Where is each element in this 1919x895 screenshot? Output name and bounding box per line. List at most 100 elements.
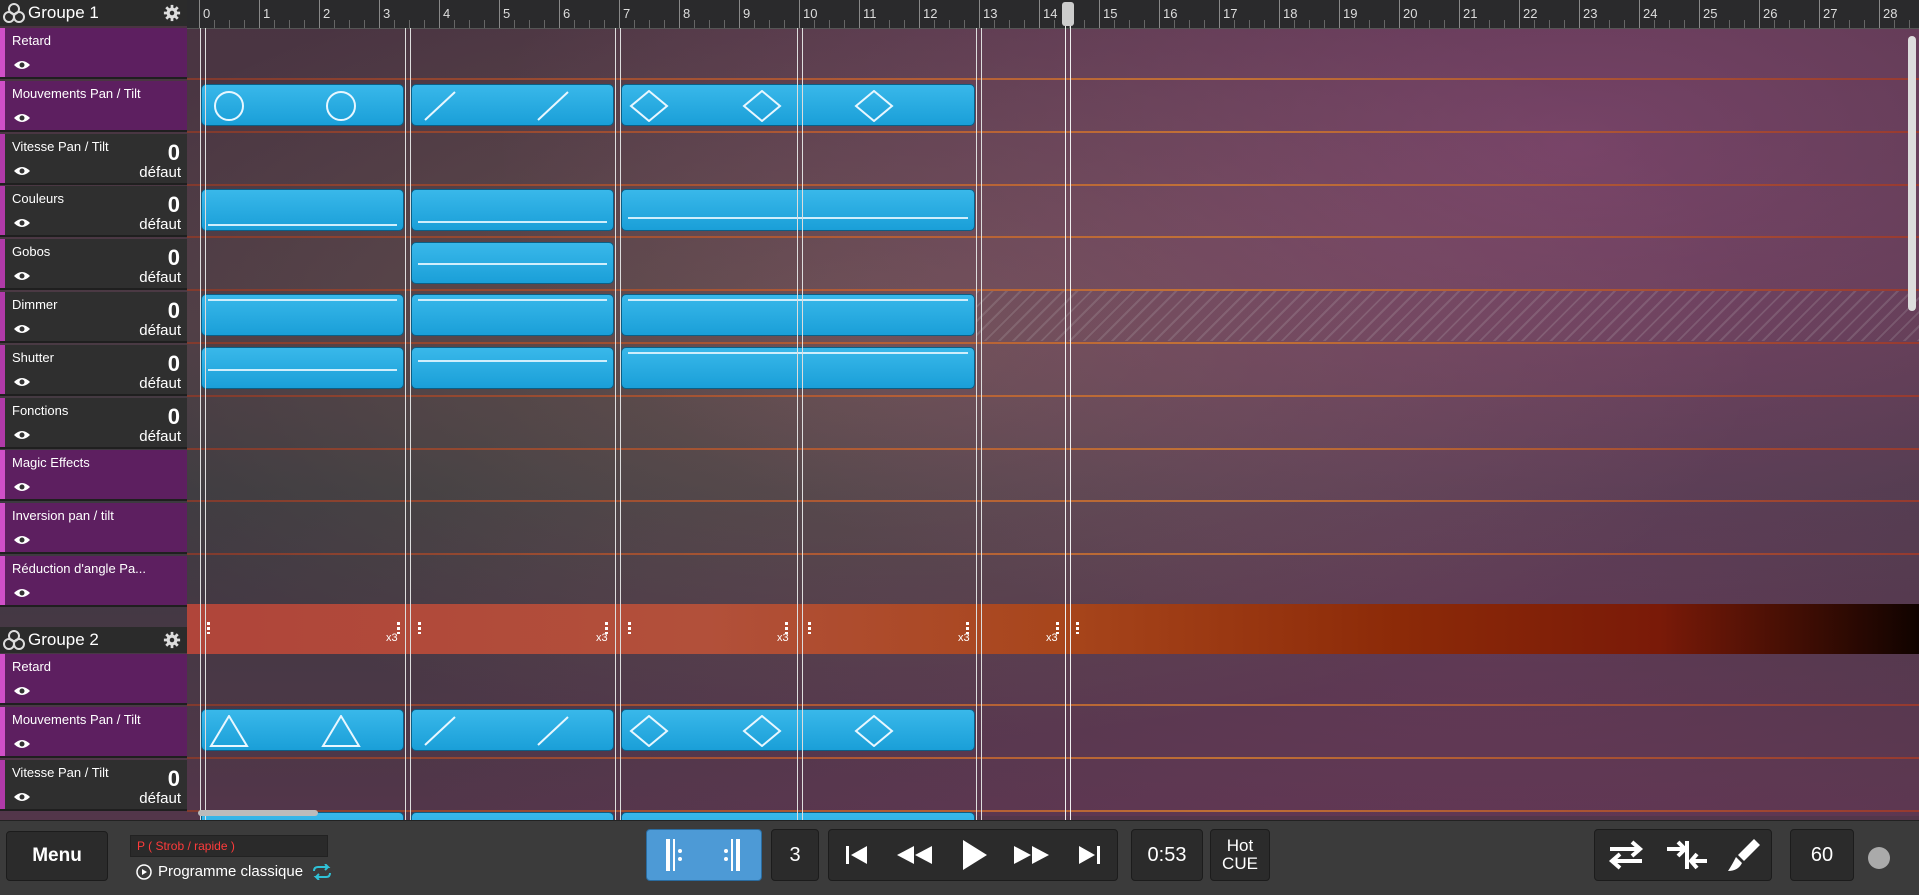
loop-start-icon[interactable] [648, 831, 704, 879]
value-curve [208, 299, 397, 301]
time-ruler[interactable]: 0 1 2 3 4 5 6 7 8 9 10 11 12 13 14 15 16 17 18 19 20 21 22 23 24… [187, 0, 1919, 29]
eye-icon[interactable] [13, 738, 31, 750]
track-label[interactable]: Mouvements Pan / Tilt [0, 706, 187, 758]
loop-handle[interactable] [418, 622, 421, 634]
section-marker[interactable] [200, 28, 206, 820]
rewind-icon[interactable] [892, 840, 938, 870]
section-marker[interactable] [797, 28, 803, 820]
brush-icon[interactable] [1724, 835, 1764, 875]
eye-icon[interactable] [13, 112, 31, 124]
repeat-icon[interactable] [311, 863, 333, 880]
track-label[interactable]: Vitesse Pan / Tilt 0 défaut [0, 759, 187, 811]
track-label[interactable]: Couleurs 0 défaut [0, 186, 187, 238]
eye-icon[interactable] [13, 376, 31, 388]
playhead-handle[interactable] [1062, 2, 1074, 26]
ruler-subtick [994, 20, 995, 28]
track-name: Fonctions [12, 402, 69, 418]
playhead[interactable] [1062, 0, 1074, 820]
program-field[interactable]: P ( Strob / rapide ) [130, 835, 328, 857]
hot-cue-button[interactable]: Hot CUE [1210, 829, 1270, 881]
bpm-display[interactable]: 60 [1790, 829, 1854, 881]
track-accent [0, 28, 5, 77]
program-mode[interactable]: Programme classique [136, 863, 333, 880]
time-display: 0:53 [1131, 829, 1203, 881]
track-label[interactable]: Inversion pan / tilt [0, 503, 187, 555]
loop-count[interactable]: 3 [771, 829, 819, 881]
eye-icon[interactable] [13, 59, 31, 71]
fast-forward-icon[interactable] [1008, 840, 1054, 870]
clip-block[interactable] [201, 189, 404, 231]
clip-block[interactable] [201, 294, 404, 336]
ruler-tick-label: 23 [1583, 6, 1598, 21]
loop-end-icon[interactable] [704, 831, 760, 879]
ruler-subtick [214, 20, 215, 28]
ruler-tick-label: 22 [1523, 6, 1538, 21]
ruler-tick-label: 15 [1103, 6, 1118, 21]
loop-toggle-group[interactable] [646, 829, 762, 881]
gear-icon[interactable] [163, 4, 181, 22]
group-name: Groupe 1 [28, 3, 99, 22]
horizontal-scrollbar[interactable] [192, 810, 1904, 816]
lane-divider [187, 78, 1919, 80]
track-label[interactable]: Magic Effects [0, 450, 187, 502]
ruler-subtick [724, 20, 725, 28]
track-label[interactable]: Shutter 0 défaut [0, 344, 187, 396]
section-marker[interactable] [615, 28, 621, 820]
record-dot[interactable] [1868, 847, 1890, 869]
scrollbar-thumb[interactable] [198, 810, 318, 816]
track-label[interactable]: Dimmer 0 défaut [0, 292, 187, 343]
group-header-1[interactable]: Groupe 1 [0, 0, 187, 26]
track-label[interactable]: Réduction d'angle Pa... [0, 556, 187, 607]
section-marker[interactable] [405, 28, 411, 820]
eye-icon[interactable] [13, 217, 31, 229]
merge-icon[interactable] [1663, 835, 1711, 875]
eye-icon[interactable] [13, 791, 31, 803]
track-label[interactable]: Retard [0, 28, 187, 79]
play-icon[interactable] [953, 837, 993, 873]
loop-band[interactable] [187, 604, 1919, 654]
eye-icon[interactable] [13, 534, 31, 546]
ruler-subtick [784, 20, 785, 28]
ruler-subtick [1474, 20, 1475, 28]
clip-block[interactable] [201, 84, 404, 126]
clip-block[interactable] [411, 84, 614, 126]
clip-block[interactable] [411, 709, 614, 751]
loop-handle[interactable] [1076, 622, 1079, 634]
slash-shape [532, 90, 572, 122]
loop-handle[interactable] [207, 622, 210, 634]
clip-block[interactable] [411, 294, 614, 336]
track-label[interactable]: Vitesse Pan / Tilt 0 défaut [0, 133, 187, 185]
eye-icon[interactable] [13, 587, 31, 599]
clip-block[interactable] [201, 347, 404, 389]
clip-block[interactable] [411, 189, 614, 231]
group-header-2[interactable]: Groupe 2 [0, 627, 187, 653]
eye-icon[interactable] [13, 270, 31, 282]
eye-icon[interactable] [13, 685, 31, 697]
track-label[interactable]: Gobos 0 défaut [0, 239, 187, 291]
gear-icon[interactable] [163, 631, 181, 649]
ruler-tick-label: 19 [1343, 6, 1358, 21]
track-accent [0, 706, 5, 756]
skip-end-icon[interactable] [1069, 840, 1109, 870]
section-marker[interactable] [976, 28, 982, 820]
eye-icon[interactable] [13, 323, 31, 335]
vertical-scrollbar[interactable] [1908, 36, 1916, 311]
loop-handle[interactable] [808, 622, 811, 634]
menu-button[interactable]: Menu [6, 831, 108, 881]
eye-icon[interactable] [13, 481, 31, 493]
value-curve [418, 299, 607, 301]
timeline[interactable]: 0 1 2 3 4 5 6 7 8 9 10 11 12 13 14 15 16 17 18 19 20 21 22 23 24… [0, 0, 1919, 820]
track-label[interactable]: Retard [0, 654, 187, 705]
clip-block[interactable] [411, 347, 614, 389]
track-label[interactable]: Fonctions 0 défaut [0, 397, 187, 449]
skip-start-icon[interactable] [837, 840, 877, 870]
eye-icon[interactable] [13, 429, 31, 441]
track-accent [0, 556, 5, 605]
loop-handle[interactable] [628, 622, 631, 634]
track-label[interactable]: Mouvements Pan / Tilt [0, 80, 187, 132]
eye-icon[interactable] [13, 165, 31, 177]
clip-block[interactable] [411, 242, 614, 284]
value-curve [208, 369, 397, 371]
swap-icon[interactable] [1602, 835, 1650, 875]
clip-block[interactable] [201, 709, 404, 751]
